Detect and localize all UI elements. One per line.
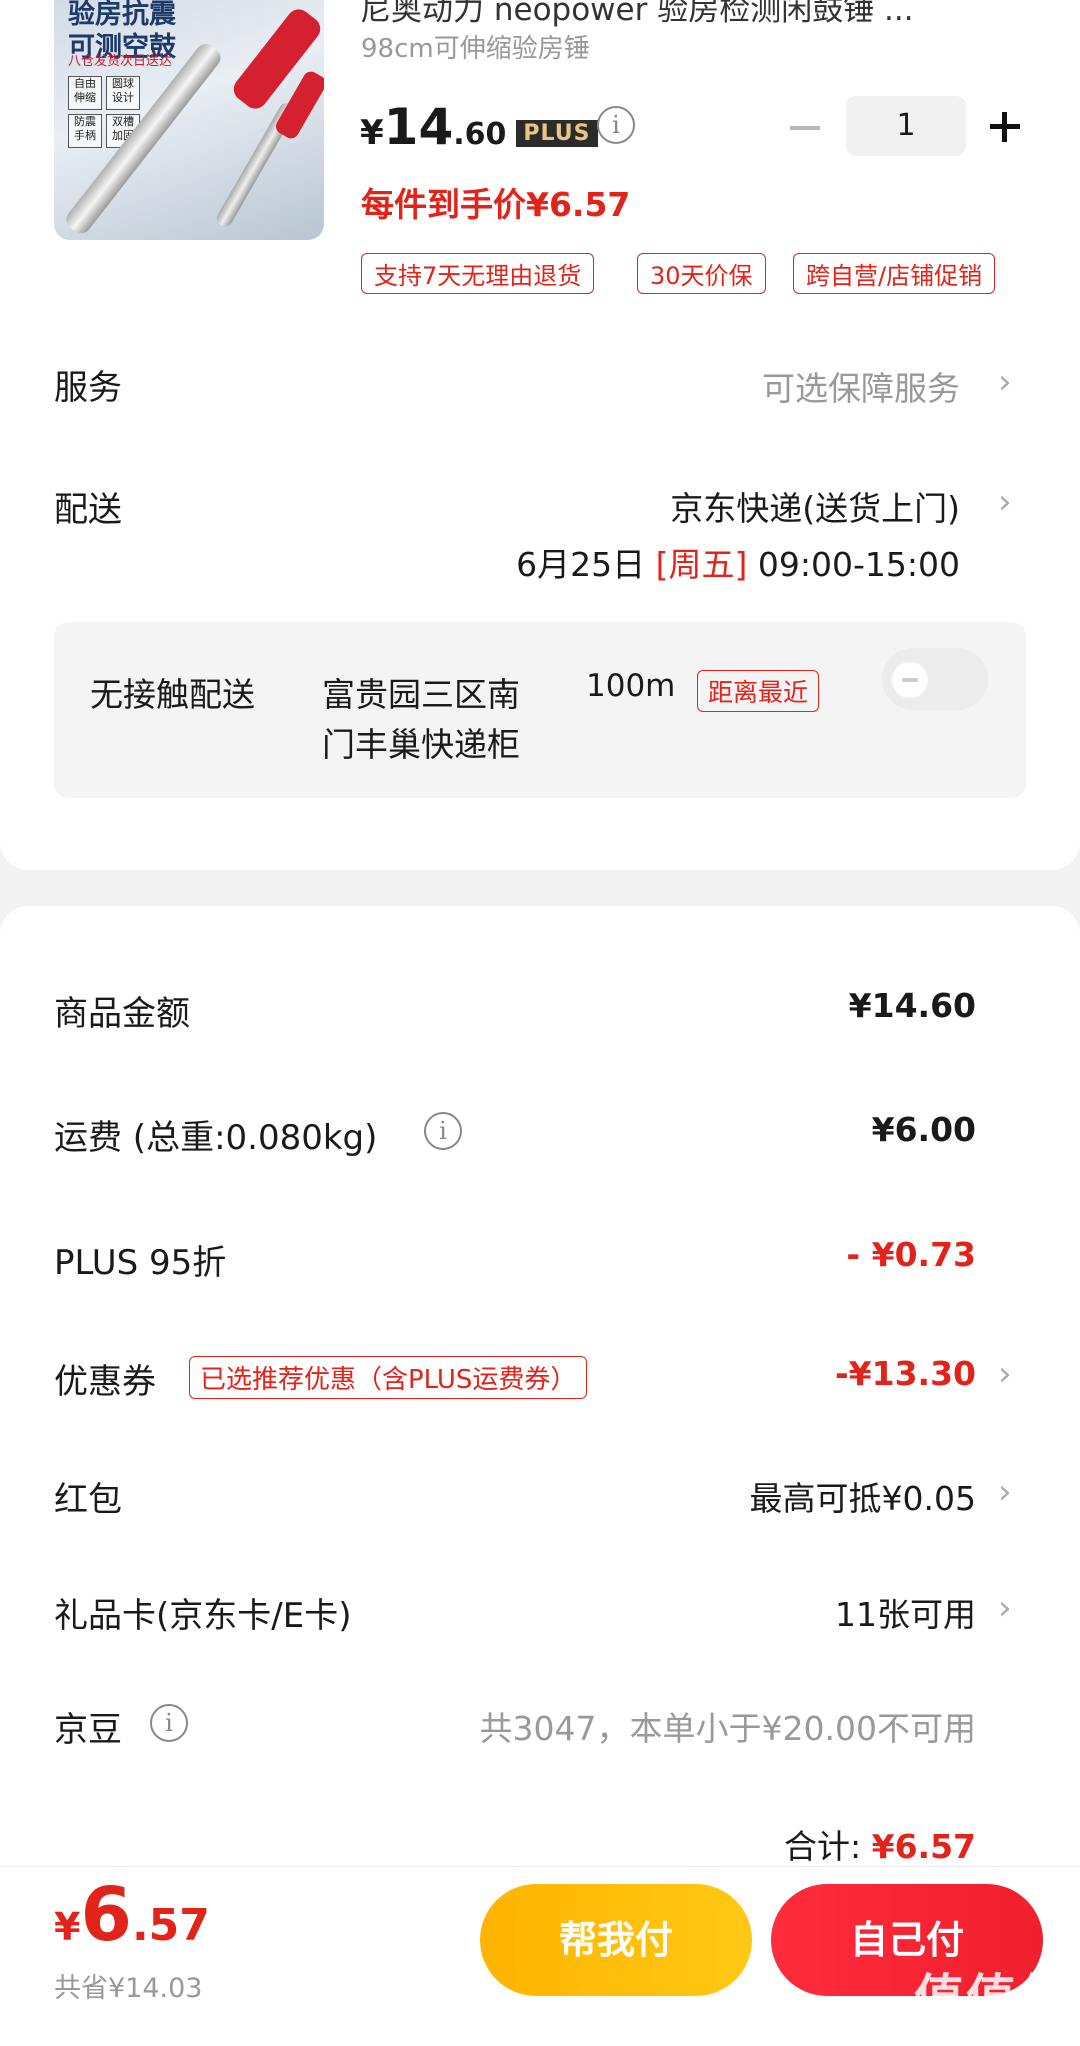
- watermark-domain: zhizhizhi.com: [953, 2016, 1062, 2035]
- thumbnail-chip: 圆球 设计: [106, 76, 140, 110]
- jingdou-label: 京豆: [54, 1710, 122, 1750]
- per-item-price: 每件到手价¥6.57: [361, 185, 631, 224]
- plus-icon[interactable]: [1002, 112, 1007, 142]
- product-price: ¥ 14 .60 PLUS: [360, 98, 598, 158]
- thumbnail-chip: 自由 伸缩: [68, 76, 102, 110]
- price-protect-tag: 30天价保: [637, 253, 766, 294]
- jingdou-value: 共3047，本单小于¥20.00不可用: [479, 1709, 976, 1748]
- locker-distance: 100m: [586, 668, 676, 704]
- product-title[interactable]: 尼奥动力 neopower 验房检测闲鼓锤 ...: [360, 0, 1020, 29]
- saved-amount: 共省¥14.03: [54, 1973, 203, 2004]
- locker-name-line1: 富贵园三区南: [322, 675, 520, 714]
- giftcard-chevron-icon[interactable]: ›: [998, 1588, 1012, 1628]
- product-spec: 98cm可伸缩验房锤: [361, 34, 590, 64]
- locker-name-line2: 门丰巢快递柜: [322, 725, 520, 764]
- delivery-time: 09:00-15:00: [757, 545, 960, 584]
- coupon-selected-tag[interactable]: 已选推荐优惠（含PLUS运费券）: [189, 1356, 588, 1399]
- service-chevron-icon[interactable]: ›: [998, 362, 1012, 402]
- coupon-value[interactable]: -¥13.30: [835, 1354, 976, 1393]
- pay-amount: ¥6.57: [54, 1872, 210, 1958]
- pay-currency: ¥: [54, 1905, 81, 1949]
- price-integer: 14: [383, 98, 454, 156]
- promo-tag: 跨自营/店铺促销: [793, 253, 996, 294]
- redpacket-label: 红包: [54, 1480, 122, 1520]
- help-me-pay-button[interactable]: 帮我付: [480, 1884, 752, 1996]
- service-value[interactable]: 可选保障服务: [762, 362, 960, 410]
- return-policy-tag: 支持7天无理由退货: [361, 253, 595, 294]
- toggle-knob[interactable]: [892, 662, 928, 698]
- goods-amount-value: ¥14.60: [848, 986, 976, 1025]
- pay-amount-int: 6: [80, 1872, 132, 1958]
- total-value: ¥6.57: [871, 1827, 976, 1866]
- freight-info-icon[interactable]: i: [424, 1112, 462, 1150]
- plus-discount-value: - ¥0.73: [846, 1235, 976, 1274]
- coupon-label: 优惠券: [54, 1362, 156, 1402]
- total-label: 合计:: [783, 1827, 862, 1866]
- quantity-decrease-button[interactable]: [790, 126, 820, 130]
- service-label: 服务: [54, 368, 122, 408]
- product-thumbnail[interactable]: 验房抗震 可测空鼓 八仓发货次日送达 自由 伸缩 圆球 设计 防震 手柄 双槽 …: [54, 0, 324, 240]
- giftcard-label: 礼品卡(京东卡/E卡): [54, 1596, 352, 1636]
- contactless-label: 无接触配送: [90, 675, 255, 714]
- redpacket-chevron-icon[interactable]: ›: [998, 1472, 1012, 1512]
- delivery-method[interactable]: 京东快递(送货上门): [670, 482, 960, 530]
- plus-discount-label: PLUS 95折: [54, 1243, 227, 1283]
- price-decimal: .60: [453, 117, 507, 152]
- freight-value: ¥6.00: [871, 1110, 976, 1149]
- price-currency: ¥: [360, 113, 384, 153]
- jingdou-info-icon[interactable]: i: [150, 1704, 188, 1742]
- coupon-chevron-icon[interactable]: ›: [998, 1354, 1012, 1394]
- delivery-slot[interactable]: 6月25日 [周五] 09:00-15:00: [516, 538, 960, 586]
- delivery-weekday: [周五]: [655, 545, 748, 584]
- redpacket-value[interactable]: 最高可抵¥0.05: [750, 1472, 976, 1520]
- nearest-tag: 距离最近: [697, 670, 820, 712]
- delivery-chevron-icon[interactable]: ›: [998, 482, 1012, 522]
- giftcard-value[interactable]: 11张可用: [835, 1588, 976, 1636]
- order-total: 合计: ¥6.57: [784, 1820, 976, 1868]
- delivery-label: 配送: [54, 490, 122, 530]
- pay-amount-dec: .57: [131, 1900, 210, 1951]
- price-info-icon[interactable]: i: [597, 106, 635, 144]
- thumbnail-chip: 防震 手柄: [68, 114, 102, 148]
- plus-badge: PLUS: [516, 120, 598, 147]
- quantity-input[interactable]: 1: [846, 96, 966, 156]
- freight-label: 运费 (总重:0.080kg): [54, 1118, 378, 1158]
- thumbnail-sub: 八仓发货次日送达: [68, 54, 173, 69]
- delivery-date: 6月25日: [516, 545, 646, 584]
- goods-amount-label: 商品金额: [54, 994, 190, 1034]
